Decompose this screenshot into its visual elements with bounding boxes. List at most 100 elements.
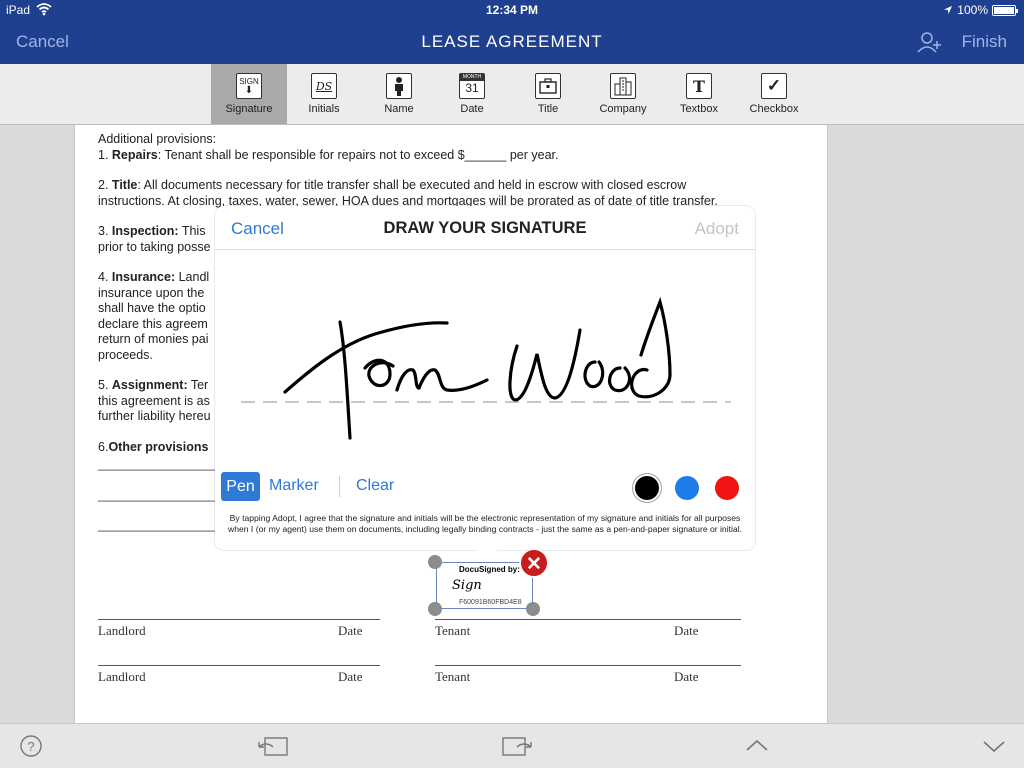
marker-button[interactable]: Marker	[269, 477, 319, 495]
tool-textbox[interactable]: T Textbox	[661, 64, 737, 124]
provision-number: 2.	[98, 178, 112, 192]
provision-text: : Tenant shall be responsible for repair…	[157, 147, 559, 162]
calendar-icon: MONTH 31	[459, 73, 485, 99]
provision-text: insurance upon the	[98, 285, 205, 300]
tool-label: Date	[460, 103, 484, 115]
tool-label: Textbox	[680, 103, 718, 115]
person-icon	[386, 73, 412, 99]
provision-text: return of monies pai	[98, 332, 209, 346]
date-label: Date	[338, 669, 363, 684]
status-right: 100%	[943, 3, 1018, 17]
provision-text: proceeds.	[98, 347, 153, 362]
provision-heading: Inspection:	[111, 224, 179, 238]
envelope-id: F60091B60FBD4E8	[459, 599, 522, 606]
dialog-title: DRAW YOUR SIGNATURE	[383, 219, 587, 237]
provision-number: 1.	[98, 147, 112, 162]
provision-text: this agreement is as	[98, 393, 210, 408]
provision-number: 3.	[98, 224, 112, 238]
resize-handle[interactable]	[428, 555, 442, 569]
signature-pad[interactable]	[215, 250, 755, 465]
status-time: 12:34 PM	[485, 3, 539, 17]
down-arrow-icon: ⬇	[244, 85, 254, 96]
legal-disclosure: By tapping Adopt, I agree that the signa…	[228, 513, 742, 534]
provision-number: 5.	[98, 378, 112, 392]
checkbox-glyph: ✓	[766, 76, 782, 95]
field-toolbar: SIGN ⬇ Signature DS Initials Name MONTH …	[0, 64, 1024, 125]
provision-text: further liability hereu	[98, 409, 211, 423]
provision-heading: Title	[111, 178, 138, 192]
provision-heading: Assignment:	[111, 378, 188, 392]
tool-company[interactable]: Company	[585, 64, 661, 124]
resize-handle[interactable]	[526, 602, 540, 616]
placed-sign-text: Sign	[452, 578, 482, 593]
top-bar: iPad 12:34 PM 100% Cancel LEASE AGREEMEN…	[0, 0, 1024, 64]
date-label: Date	[338, 623, 363, 638]
redo-icon[interactable]	[501, 734, 535, 758]
provision-text: Ter	[187, 378, 209, 392]
signature-icon: SIGN ⬇	[236, 73, 262, 99]
provision-text: : All documents necessary for title tran…	[98, 178, 718, 208]
initials-icon: DS	[311, 73, 337, 99]
provision-text: Landl	[175, 270, 210, 284]
adopt-button[interactable]: Adopt	[695, 219, 739, 239]
tool-name[interactable]: Name	[361, 64, 437, 124]
chevron-down-icon[interactable]	[982, 734, 1006, 758]
placed-signature-field[interactable]: DocuSigned by: Sign F60091B60FBD4E8	[436, 562, 533, 609]
color-red-swatch[interactable]	[715, 476, 739, 500]
signature-dialog: Cancel DRAW YOUR SIGNATURE Adopt Pen Mar…	[215, 206, 755, 550]
location-arrow-icon	[944, 6, 953, 14]
provision-text: declare this agreem	[98, 316, 208, 331]
building-icon	[610, 73, 636, 99]
finish-button[interactable]: Finish	[962, 32, 1007, 52]
docusigned-header: DocuSigned by:	[459, 565, 520, 574]
undo-icon[interactable]	[255, 734, 289, 758]
date-label: Date	[674, 669, 699, 684]
color-black-swatch[interactable]	[635, 476, 659, 500]
tool-date[interactable]: MONTH 31 Date	[434, 64, 510, 124]
pen-tools-bar: Pen Marker Clear	[221, 472, 751, 502]
help-icon[interactable]: ?	[19, 734, 43, 758]
provision-text: This	[178, 224, 206, 238]
provision-heading: Insurance:	[111, 270, 176, 284]
tenant-signature-line[interactable]	[435, 665, 741, 666]
landlord-signature-line[interactable]	[98, 665, 380, 666]
tenant-signature-line[interactable]	[435, 619, 741, 620]
svg-text:?: ?	[27, 739, 34, 754]
delete-field-icon[interactable]: ✕	[519, 548, 549, 578]
provision-heading: Repairs	[111, 147, 158, 162]
date-label: Date	[674, 623, 699, 638]
tool-label: Name	[384, 103, 414, 115]
bottom-bar: ?	[0, 723, 1024, 768]
tool-label: Title	[537, 103, 559, 115]
divider	[339, 476, 340, 497]
chevron-up-icon[interactable]	[745, 734, 769, 758]
tool-checkbox[interactable]: ✓ Checkbox	[736, 64, 812, 124]
drawn-signature	[241, 296, 731, 440]
calendar-day: 31	[465, 81, 479, 95]
tool-label: Checkbox	[749, 103, 799, 115]
tool-initials[interactable]: DS Initials	[286, 64, 362, 124]
provision-text: prior to taking posse	[98, 239, 211, 254]
popover-arrow	[476, 549, 498, 560]
provision-heading: Other provisions	[108, 439, 209, 454]
doc-provision-1: 1. Repairs: Tenant shall be responsible …	[98, 148, 748, 164]
provision-text: shall have the optio	[98, 301, 206, 315]
landlord-label: Landlord	[98, 669, 146, 684]
landlord-signature-line[interactable]	[98, 619, 380, 620]
tool-label: Company	[599, 103, 647, 115]
color-blue-swatch[interactable]	[675, 476, 699, 500]
page-title: LEASE AGREEMENT	[421, 32, 603, 51]
add-signer-icon[interactable]	[916, 30, 942, 54]
briefcase-icon	[535, 73, 561, 99]
textbox-glyph: T	[693, 76, 705, 96]
resize-handle[interactable]	[428, 602, 442, 616]
pen-button[interactable]: Pen	[221, 472, 260, 501]
tenant-label: Tenant	[435, 669, 471, 684]
tool-title[interactable]: Title	[510, 64, 586, 124]
tool-label: Initials	[308, 103, 340, 115]
provision-number: 6.	[98, 439, 109, 454]
provision-number: 4.	[98, 270, 112, 284]
clear-button[interactable]: Clear	[356, 477, 394, 495]
tool-signature[interactable]: SIGN ⬇ Signature	[211, 64, 287, 124]
tenant-label: Tenant	[435, 623, 471, 638]
